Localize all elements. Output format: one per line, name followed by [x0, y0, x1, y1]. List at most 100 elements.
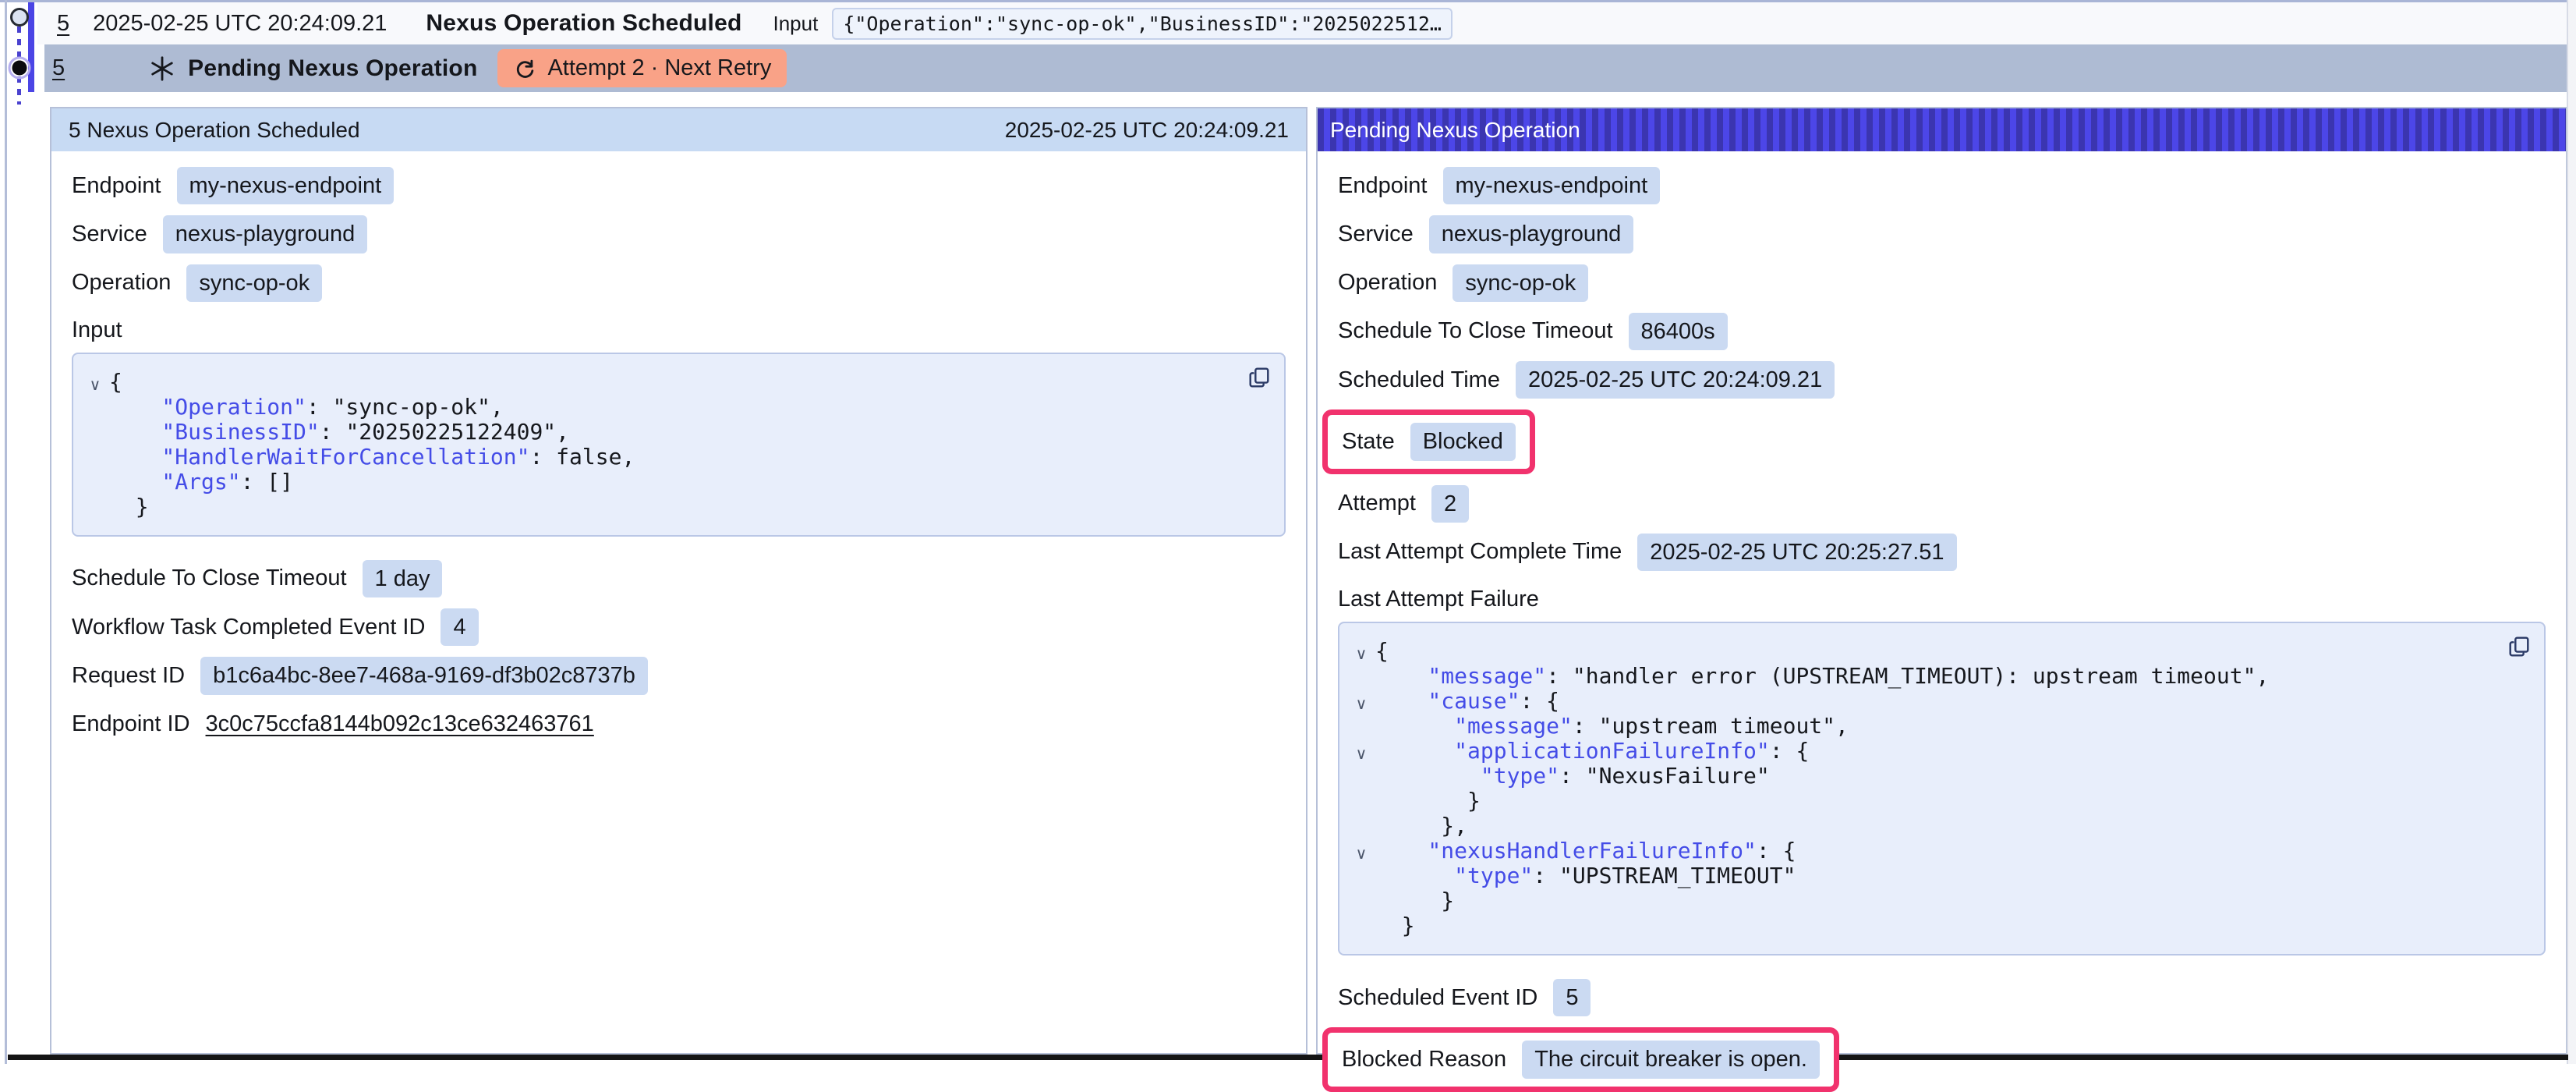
chevron-spacer: [1347, 916, 1375, 941]
operation-label: Operation: [72, 270, 171, 296]
json-line-text: },: [1375, 814, 1467, 838]
blocked-reason-label: Blocked Reason: [1342, 1047, 1506, 1072]
schedule-to-close-timeout-label: Schedule To Close Timeout: [1338, 318, 1613, 344]
json-line-text: "HandlerWaitForCancellation": false,: [109, 445, 635, 470]
collapse-chevron-icon[interactable]: ∨: [81, 373, 109, 398]
event-id-link[interactable]: 5: [57, 11, 69, 37]
pending-id-link[interactable]: 5: [52, 55, 65, 81]
service-row: Servicenexus-playground: [72, 215, 1286, 253]
chevron-spacer: [1347, 767, 1375, 792]
chevron-spacer: [81, 448, 109, 473]
service-value: nexus-playground: [1429, 215, 1634, 253]
endpoint-id-row: Endpoint ID 3c0c75ccfa8144b092c13ce632463…: [72, 706, 1286, 743]
schedule-to-close-timeout-label: Schedule To Close Timeout: [72, 566, 347, 591]
json-line-text: "applicationFailureInfo": {: [1375, 739, 1809, 764]
request-id-value: b1c6a4bc-8ee7-468a-9169-df3b02c8737b: [200, 657, 648, 694]
service-label: Service: [1338, 222, 1414, 247]
history-event-dot-icon: [9, 7, 30, 31]
json-line-text: }: [1375, 888, 1454, 913]
collapse-chevron-icon[interactable]: ∨: [1347, 642, 1375, 667]
json-line: "message": "handler error (UPSTREAM_TIME…: [1347, 664, 2489, 689]
scheduled-time-value: 2025-02-25 UTC 20:24:09.21: [1516, 361, 1835, 399]
chevron-spacer: [1347, 792, 1375, 817]
request-id-label: Request ID: [72, 663, 185, 689]
asterisk-icon: [149, 55, 175, 82]
schedule-to-close-timeout-row: Schedule To Close Timeout86400s: [1338, 313, 2546, 350]
retry-badge-label: Attempt 2 · Next Retry: [547, 55, 771, 81]
request-id-row: Request ID b1c6a4bc-8ee7-468a-9169-df3b02…: [72, 657, 1286, 694]
operation-value: sync-op-ok: [1453, 264, 1588, 302]
operation-label: Operation: [1338, 270, 1437, 296]
state-label: State: [1342, 429, 1395, 455]
chevron-spacer: [81, 398, 109, 423]
attempt-label: Attempt: [1338, 491, 1416, 516]
workflow-task-completed-event-id-row: Workflow Task Completed Event ID4: [72, 608, 1286, 646]
json-line: ∨"nexusHandlerFailureInfo": {: [1347, 838, 2489, 863]
vertical-scrollbar[interactable]: [2567, 0, 2576, 1064]
json-line-text: "type": "UPSTREAM_TIMEOUT": [1375, 863, 1796, 888]
json-line-text: "Operation": "sync-op-ok",: [109, 395, 504, 420]
json-line: "type": "UPSTREAM_TIMEOUT": [1347, 863, 2489, 888]
operation-value: sync-op-ok: [186, 264, 322, 302]
pending-event-dot-icon: [8, 56, 31, 83]
pending-title: Pending Nexus Operation: [188, 55, 477, 82]
json-line: ∨{: [81, 370, 1230, 395]
event-detail-panel: 5 Nexus Operation Scheduled 2025-02-25 U…: [50, 107, 1307, 1055]
json-line-text: "BusinessID": "20250225122409",: [109, 420, 569, 445]
schedule-to-close-timeout-value: 1 day: [363, 560, 443, 597]
event-detail-header-title: 5 Nexus Operation Scheduled: [69, 118, 360, 143]
json-line: }: [81, 495, 1230, 519]
pending-operation-header: Pending Nexus Operation: [1318, 108, 2566, 151]
schedule-to-close-timeout-row: Schedule To Close Timeout 1 day: [72, 560, 1286, 597]
event-row-nexus-operation-scheduled[interactable]: 5 2025-02-25 UTC 20:24:09.21 Nexus Opera…: [37, 2, 2568, 44]
service-row: Service nexus-playground: [1338, 215, 2546, 253]
last-attempt-complete-time-row: Last Attempt Complete Time 2025-02-25 UTC…: [1338, 534, 2546, 571]
input-code-viewer: ∨{"Operation": "sync-op-ok","BusinessID"…: [72, 353, 1286, 537]
json-line-text: "Args": []: [109, 470, 293, 495]
last-attempt-complete-time-label: Last Attempt Complete Time: [1338, 539, 1622, 565]
event-detail-header-timestamp: 2025-02-25 UTC 20:24:09.21: [1005, 118, 1289, 143]
scheduled-event-id-value: 5: [1553, 979, 1591, 1016]
workflow-task-completed-event-id-label: Workflow Task Completed Event ID: [72, 615, 425, 640]
scheduled-time-label: Scheduled Time: [1338, 367, 1500, 393]
event-input-label: Input: [773, 12, 819, 36]
endpoint-row: Endpoint my-nexus-endpoint: [72, 167, 1286, 204]
last-attempt-failure-code-viewer: ∨{"message": "handler error (UPSTREAM_TI…: [1338, 622, 2546, 956]
endpoint-id-link[interactable]: 3c0c75ccfa8144b092c13ce632463761: [206, 711, 594, 737]
last-attempt-complete-time-value: 2025-02-25 UTC 20:25:27.51: [1637, 534, 1956, 571]
collapse-chevron-icon[interactable]: ∨: [1347, 842, 1375, 867]
endpoint-row: Endpointmy-nexus-endpoint: [1338, 167, 2546, 204]
chevron-spacer: [1347, 867, 1375, 892]
endpoint-value: my-nexus-endpoint: [1443, 167, 1661, 204]
collapse-chevron-icon[interactable]: ∨: [1347, 742, 1375, 767]
event-detail-header: 5 Nexus Operation Scheduled 2025-02-25 U…: [51, 108, 1306, 151]
json-line-text: }: [1375, 789, 1481, 814]
blocked-reason-value: The circuit breaker is open.: [1522, 1041, 1820, 1078]
page-left-border: [5, 0, 7, 1064]
collapse-chevron-icon[interactable]: ∨: [1347, 692, 1375, 717]
json-line-text: "nexusHandlerFailureInfo": {: [1375, 838, 1796, 863]
chevron-spacer: [1347, 817, 1375, 842]
event-timestamp: 2025-02-25 UTC 20:24:09.21: [93, 11, 387, 37]
copy-icon[interactable]: [2507, 634, 2532, 659]
attempt-value: 2: [1431, 485, 1469, 523]
chevron-spacer: [81, 498, 109, 523]
chevron-spacer: [81, 473, 109, 498]
state-row: State Blocked: [1322, 410, 1535, 473]
event-title: Nexus Operation Scheduled: [426, 10, 741, 37]
pending-operation-fields: Endpointmy-nexus-endpoint Service nexus-pl…: [1318, 151, 2566, 1092]
json-line-text: "message": "upstream timeout",: [1375, 714, 1849, 739]
event-input-preview-chip[interactable]: {"Operation":"sync-op-ok","BusinessID":"…: [832, 8, 1453, 40]
endpoint-value: my-nexus-endpoint: [177, 167, 395, 204]
json-line: "BusinessID": "20250225122409",: [81, 420, 1230, 445]
endpoint-label: Endpoint: [72, 173, 161, 199]
endpoint-id-label: Endpoint ID: [72, 711, 190, 737]
json-line-text: }: [109, 495, 149, 519]
copy-icon[interactable]: [1247, 365, 1272, 390]
json-line: "message": "upstream timeout",: [1347, 714, 2489, 739]
json-line: ∨"cause": {: [1347, 689, 2489, 714]
json-line-text: "type": "NexusFailure": [1375, 764, 1770, 789]
pending-operation-row[interactable]: 5 Pending Nexus Operation Attempt 2 · Ne…: [44, 44, 2568, 92]
state-value: Blocked: [1410, 423, 1516, 460]
scheduled-time-row: Scheduled Time 2025-02-25 UTC 20:24:09.21: [1338, 361, 2546, 399]
